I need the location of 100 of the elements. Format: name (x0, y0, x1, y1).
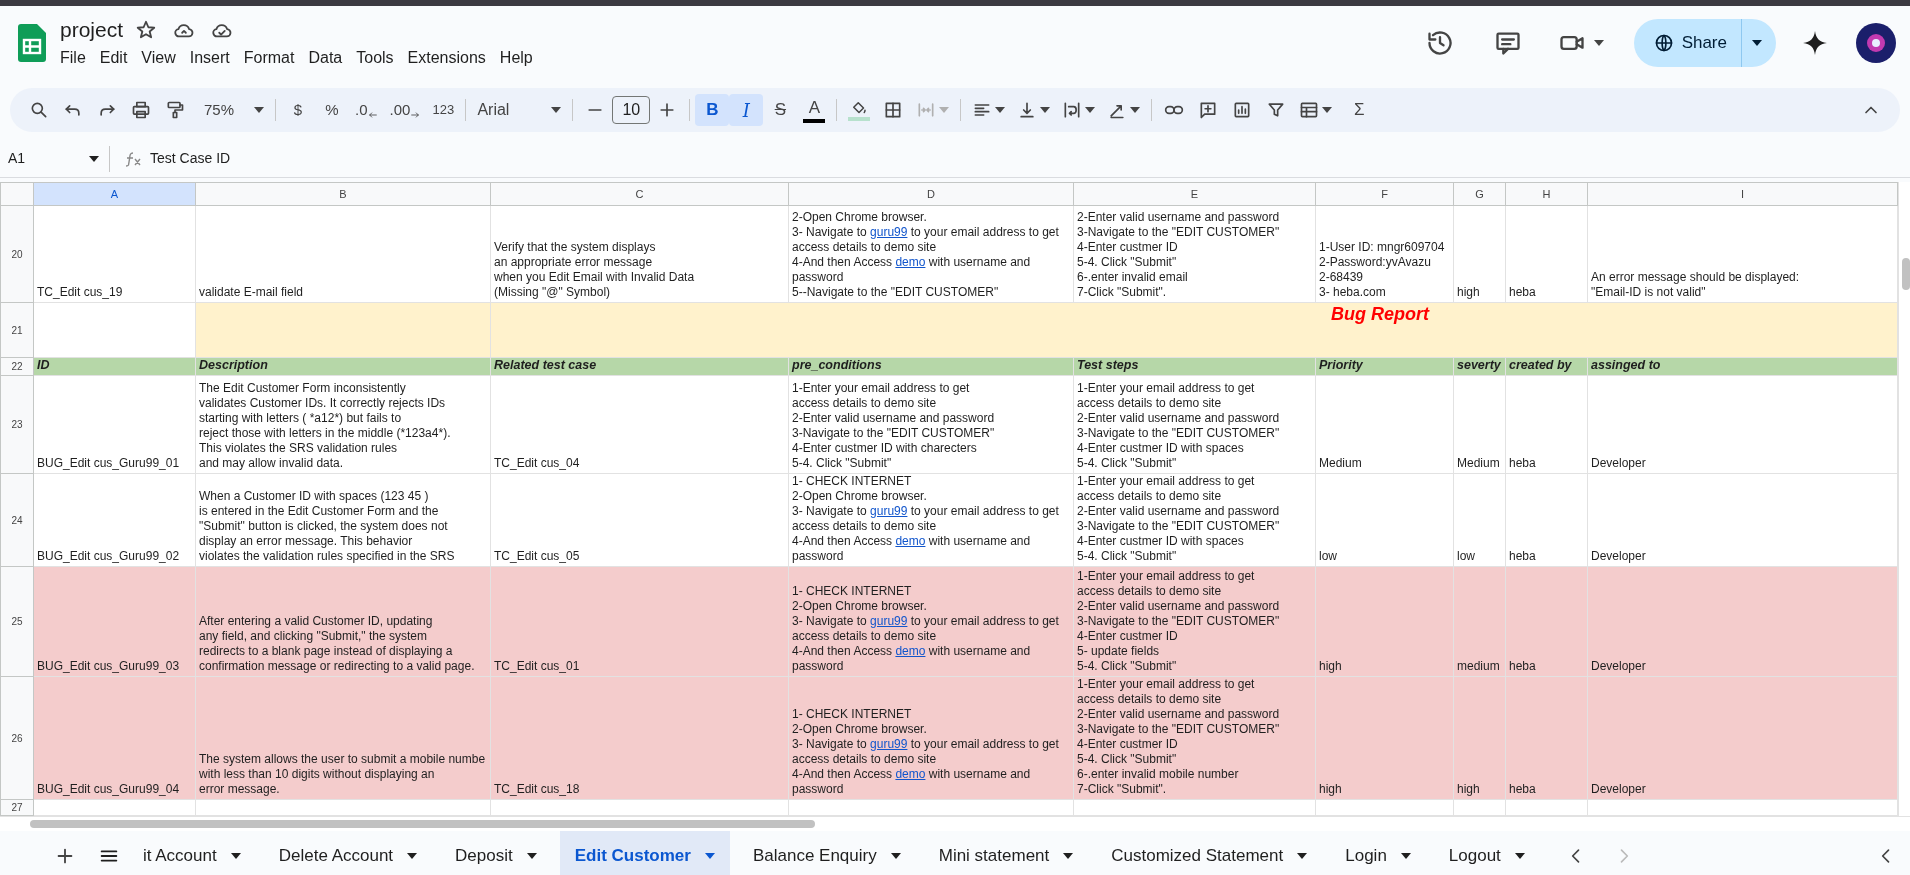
link[interactable]: demo (895, 644, 926, 658)
column-header[interactable]: I (1587, 182, 1898, 206)
row-header[interactable]: 21 (0, 302, 34, 358)
name-box[interactable]: A1 (0, 145, 110, 172)
merge-icon (916, 100, 937, 120)
cell-text: BUG_Edit cus_Guru99_01 (37, 456, 181, 471)
strikethrough-button[interactable]: S (763, 94, 798, 126)
row-header[interactable]: 20 (0, 205, 34, 303)
column-header[interactable]: G (1453, 182, 1506, 206)
functions-button[interactable]: Σ (1342, 94, 1377, 126)
caret-icon (890, 853, 901, 859)
color-swatch (848, 117, 871, 121)
cell-text: high (1319, 782, 1343, 797)
sheet-tab[interactable]: Delete Account (263, 831, 433, 875)
caret-icon (1752, 40, 1762, 46)
caret-icon (407, 853, 418, 859)
cell-text: 1-Enter your email address to get access details to demo site 2-Enter valid username and password 3-Navigate to the "EDIT CUSTOMER" 4-Enter custmer ID with charecters 5-4. Click "Submit" (792, 381, 996, 471)
increase-decimal-button[interactable]: .00 (383, 94, 427, 126)
cell-text: high (1457, 285, 1481, 300)
cell-text: The Edit Customer Form inconsistently validates Customer IDs. It correctly rejects IDs starting with letters ( *a12*) but fails to reject those with letters in the middle (*123a4*). This violates the SRS validation rules and may allow invalid data. (199, 381, 452, 471)
caret-icon (551, 107, 562, 113)
column-header[interactable]: B (195, 182, 491, 206)
scrollbar-thumb[interactable] (1902, 258, 1910, 290)
column-header[interactable]: D (788, 182, 1074, 206)
sheet-tab[interactable]: Mini statement (923, 831, 1089, 875)
bold-button[interactable]: B (695, 94, 730, 126)
arrow-icon (367, 110, 378, 120)
share-label: Share (1681, 32, 1727, 55)
row-header[interactable]: 26 (0, 676, 34, 800)
row-header[interactable]: 24 (0, 473, 34, 567)
menu-item[interactable]: Format (236, 45, 302, 71)
caret-icon (704, 853, 715, 859)
cell-text: 1-Enter your email address to get access details to demo site 2-Enter valid username and password 3-Navigate to the "EDIT CUSTOMER" 4-Enter custmer ID with spaces 5-4. Click "Submit" (1077, 474, 1281, 564)
column-header[interactable]: F (1315, 182, 1454, 206)
italic-button[interactable]: I (729, 94, 764, 126)
link[interactable]: demo (895, 255, 926, 269)
cell-text: An error message should be displayed: "Email-ID is not valid" (1591, 270, 1801, 300)
sheet-tab[interactable]: Logout (1433, 831, 1540, 875)
spreadsheet-logo[interactable] (18, 24, 46, 62)
cell-text: high (1457, 782, 1481, 797)
link[interactable]: demo (895, 534, 926, 548)
currency-button[interactable]: $ (281, 94, 315, 126)
column-header[interactable]: C (490, 182, 789, 206)
cell-text: heba (1509, 285, 1537, 300)
cell-text: 1-User ID: mngr609704 2-Password:yvAvazu 2-68439 3- heba.com (1319, 240, 1446, 300)
cell-text: BUG_Edit cus_Guru99_02 (37, 549, 181, 564)
menu-item[interactable]: Tools (349, 45, 401, 71)
caret-icon (526, 853, 537, 859)
cell-text: heba (1509, 782, 1537, 797)
link[interactable]: guru99 (870, 225, 908, 239)
decrease-decimal-button[interactable]: .0 (349, 94, 384, 126)
sheet-tab[interactable]: Deposit (440, 831, 552, 875)
sheet-tab[interactable]: Edit Customer (559, 831, 730, 875)
text-wrap-icon (1062, 100, 1083, 120)
link[interactable]: guru99 (870, 504, 908, 518)
banner-title: Bug Report (1331, 307, 1429, 322)
number-format-button[interactable]: 123 (426, 94, 461, 126)
scrollbar-thumb[interactable] (30, 820, 815, 828)
caret-icon (1130, 107, 1141, 113)
menu-item[interactable]: Help (492, 45, 540, 71)
sheet-tab[interactable]: it Account (128, 831, 256, 875)
cell-text: heba (1509, 659, 1537, 674)
caret-icon (1297, 853, 1308, 859)
font-size-field[interactable]: 10 (612, 96, 651, 124)
caret-icon (1040, 107, 1051, 113)
row-header[interactable]: 25 (0, 566, 34, 677)
menu-item[interactable]: Insert (182, 45, 237, 71)
cell-text: TC_Edit cus_19 (37, 285, 124, 300)
cell-text: TC_Edit cus_05 (494, 549, 581, 564)
menu-item[interactable]: Data (301, 45, 350, 71)
sheet-tab[interactable]: Balance Enquiry (737, 831, 916, 875)
text-color-button[interactable]: A (803, 97, 826, 123)
function-icon (124, 150, 142, 167)
share-button[interactable]: Share (1633, 19, 1776, 67)
link[interactable]: demo (895, 767, 926, 781)
column-header[interactable]: E (1073, 182, 1316, 206)
zoom-select[interactable]: 75% (198, 94, 270, 126)
cell-text: TC_Edit cus_04 (494, 456, 581, 471)
menu-item[interactable]: File (53, 45, 93, 71)
font-select[interactable]: Arial (471, 94, 568, 126)
cell-text: Developer (1591, 782, 1647, 797)
cell-text: BUG_Edit cus_Guru99_04 (37, 782, 181, 797)
avatar-icon[interactable] (1856, 23, 1896, 63)
sheet-tab[interactable]: Login (1330, 831, 1426, 875)
cell-text: Medium (1319, 456, 1363, 471)
column-header[interactable]: A (33, 182, 196, 206)
link[interactable]: guru99 (870, 737, 908, 751)
cell-text: After entering a valid Customer ID, updating any field, and clicking "Submit," the system redirects to a blank page instead of displaying a confirmation message or redirecting to a valid page. (199, 614, 476, 674)
menu-item[interactable]: Edit (92, 45, 135, 71)
document-title[interactable]: project (60, 17, 124, 43)
sparkle-icon[interactable] (1802, 30, 1828, 56)
column-header[interactable]: H (1505, 182, 1588, 206)
formula-content[interactable]: Test Case ID (150, 148, 231, 169)
percent-button[interactable]: % (315, 94, 349, 126)
caret-icon (1322, 107, 1333, 113)
menu-item[interactable]: Extensions (400, 45, 493, 71)
link[interactable]: guru99 (870, 614, 908, 628)
row-header[interactable]: 23 (0, 375, 34, 474)
sheet-tab[interactable]: Customized Statement (1096, 831, 1323, 875)
menu-item[interactable]: View (134, 45, 183, 71)
